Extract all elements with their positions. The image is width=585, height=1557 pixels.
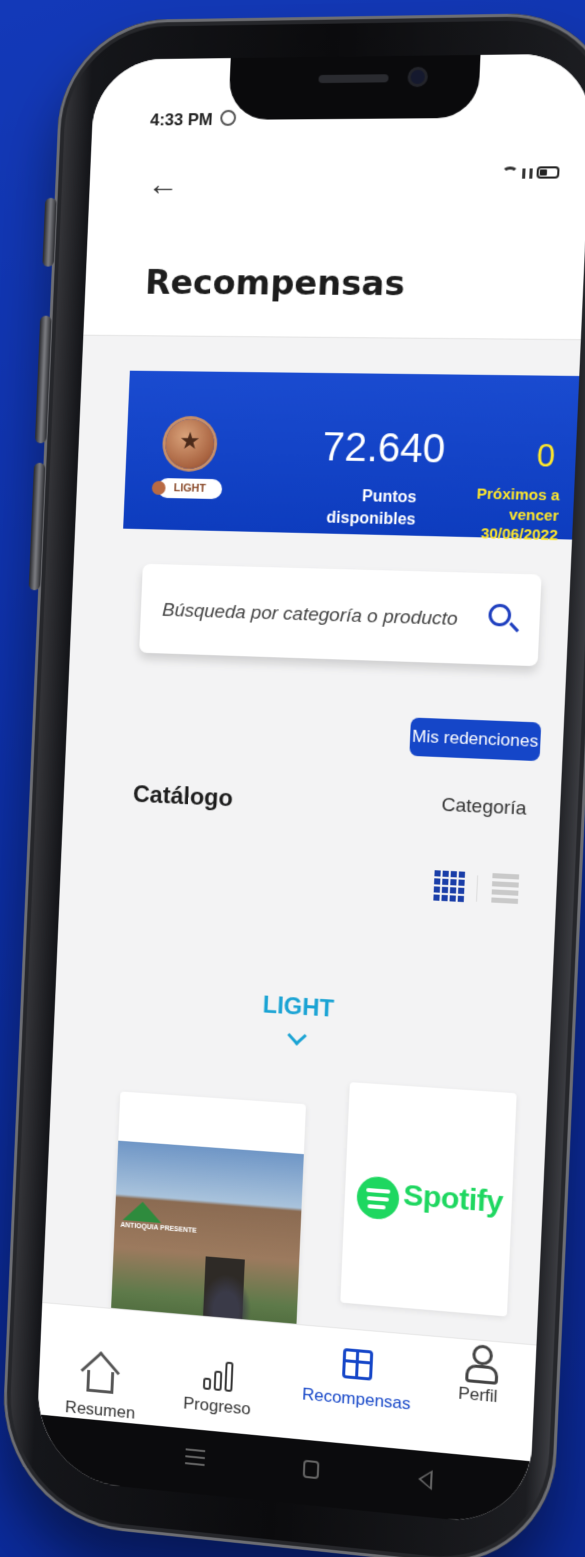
search-placeholder: Búsqueda por categoría o producto [161,599,459,631]
grid-view-icon[interactable] [433,870,466,903]
phone-screen: 4:33 PM ← Recompensas ★ LIGHT 72.640 Pun… [34,53,585,1528]
antioquia-presente-logo [123,1200,162,1223]
expiring-date: 30/06/2022 [480,525,559,545]
recent-apps-icon[interactable] [185,1448,206,1467]
nav-item-perfil[interactable]: Perfil [422,1336,537,1411]
wifi-icon [501,166,519,179]
bar-chart-icon [202,1358,234,1393]
antioquia-presente-logo-text: ANTIOQUIA PRESENTE [120,1221,197,1235]
nav-label-perfil: Perfil [457,1383,498,1407]
search-icon[interactable] [488,603,512,627]
system-back-icon[interactable] [417,1468,433,1491]
list-view-icon[interactable] [491,873,520,905]
points-banner: ★ LIGHT 72.640 Puntos disponibles 0 Próx… [123,370,580,544]
my-redemptions-button[interactable]: Mis redenciones [409,717,542,762]
catalog-card-housing[interactable]: ANTIOQUIA PRESENTE [110,1091,307,1344]
catalog-card-spotify[interactable]: Spotify [340,1082,517,1317]
search-input[interactable]: Búsqueda por categoría o producto [139,563,542,667]
expiring-points-value: 0 [535,436,556,474]
category-filter-link[interactable]: Categoría [441,795,527,821]
front-camera [410,69,426,85]
spotify-wordmark: Spotify [402,1178,504,1220]
catalog-level-title[interactable]: LIGHT [55,979,552,1037]
battery-icon [536,166,560,179]
system-home-icon[interactable] [302,1459,320,1480]
view-toggle-divider [475,875,479,902]
title-bar: Recompensas [83,227,585,341]
star-icon: ★ [178,427,201,455]
catalog-title: Catálogo [132,780,234,813]
nav-item-progreso[interactable]: Progreso [163,1348,273,1421]
available-points-label: Puntos disponibles [315,485,417,531]
expiring-points-label: Próximos a vencer 30/06/2022 [445,484,560,546]
signal-icon [522,168,533,179]
alarm-icon [219,109,237,126]
available-points-value: 72.640 [321,425,447,472]
home-icon [86,1369,115,1394]
phone-mockup: 4:33 PM ← Recompensas ★ LIGHT 72.640 Pun… [0,12,585,1557]
status-icons [501,166,560,179]
user-icon [465,1344,493,1381]
level-badge-label: LIGHT [157,477,223,500]
housing-photo: ANTIOQUIA PRESENTE [110,1140,304,1341]
back-arrow-icon[interactable]: ← [147,166,180,202]
expiring-label-line2: vencer [508,505,560,525]
nav-item-resumen[interactable]: Resumen [47,1353,155,1426]
available-points-label-line1: Puntos [361,488,417,507]
page-title: Recompensas [144,263,406,305]
spotify-logo-icon [356,1175,400,1221]
chevron-down-icon[interactable] [287,1025,307,1046]
available-points-label-line2: disponibles [326,509,416,529]
nav-item-recompensas[interactable]: Recompensas [291,1340,424,1416]
gift-icon [342,1347,374,1381]
speaker-grille [318,74,389,84]
notch [228,54,481,120]
expiring-label-line1: Próximos a [476,485,560,505]
level-badge: ★ [164,418,216,470]
